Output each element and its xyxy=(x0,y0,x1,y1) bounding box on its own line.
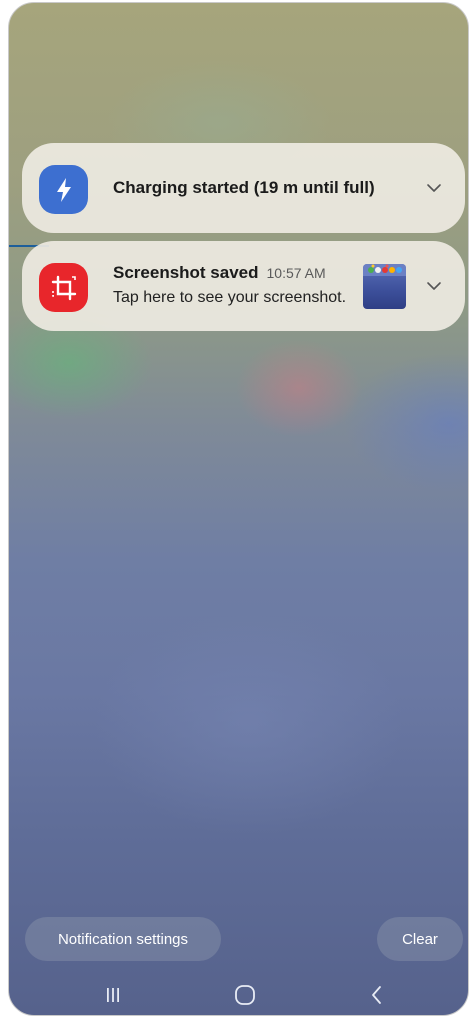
back-icon[interactable] xyxy=(363,981,391,1009)
recents-icon[interactable] xyxy=(99,981,127,1009)
screenshot-notification[interactable]: Screenshot saved 10:57 AM Tap here to see… xyxy=(22,241,465,331)
screenshot-thumbnail[interactable] xyxy=(363,264,406,309)
chevron-down-icon[interactable] xyxy=(425,179,443,197)
notification-time: 10:57 AM xyxy=(266,265,326,281)
home-icon[interactable] xyxy=(231,981,259,1009)
screenshot-title-text: Screenshot saved xyxy=(113,263,259,282)
lightning-bolt-icon xyxy=(39,165,88,214)
navigation-bar xyxy=(9,969,468,1015)
charging-notification-title: Charging started (19 m until full) xyxy=(113,178,375,197)
clear-button[interactable]: Clear xyxy=(377,917,463,961)
chevron-down-icon[interactable] xyxy=(425,277,443,295)
screenshot-crop-icon xyxy=(39,263,88,312)
notification-shade: Charging started (19 m until full) Scree… xyxy=(8,2,469,1016)
notification-settings-button[interactable]: Notification settings xyxy=(25,917,221,961)
charging-notification[interactable]: Charging started (19 m until full) xyxy=(22,143,465,233)
screenshot-notification-body: Tap here to see your screenshot. xyxy=(113,289,347,306)
screenshot-notification-title: Screenshot saved 10:57 AM xyxy=(113,263,326,283)
